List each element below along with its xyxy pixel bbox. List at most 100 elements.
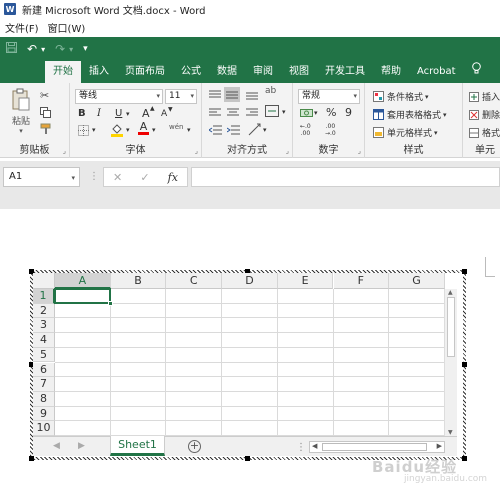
tab-developer[interactable]: 开发工具 (317, 61, 373, 83)
tab-home[interactable]: 开始 (45, 61, 81, 83)
bold-button[interactable]: B (78, 108, 86, 119)
vertical-scroll-thumb[interactable] (447, 297, 455, 357)
column-header-g[interactable]: G (389, 273, 445, 289)
phonetic-button[interactable]: wén (169, 123, 183, 131)
menu-window[interactable]: 窗口(W) (48, 20, 86, 35)
enter-formula-icon[interactable]: ✓ (140, 171, 149, 184)
row-header-8[interactable]: 8 (33, 391, 55, 407)
merge-dropdown-icon[interactable]: ▾ (282, 108, 286, 116)
row-header-9[interactable]: 9 (33, 406, 55, 422)
vertical-scrollbar[interactable]: ▲ ▼ (444, 289, 457, 436)
percent-button[interactable]: % (326, 106, 336, 119)
align-center-icon[interactable] (227, 108, 239, 118)
number-format-select[interactable]: 常规 ▾ (298, 89, 360, 104)
comma-style-button[interactable]: 9 (345, 106, 352, 119)
active-cell[interactable] (54, 288, 111, 304)
delete-cells-button[interactable]: 删除 (469, 108, 500, 121)
align-left-icon[interactable] (209, 108, 221, 118)
font-name-select[interactable]: 等线 ▾ (75, 89, 163, 104)
copy-icon[interactable] (40, 107, 51, 118)
redo-icon[interactable]: ↷ (55, 42, 65, 56)
splitter-handle-icon[interactable]: ⋮ (89, 171, 99, 182)
font-color-dropdown-icon[interactable]: ▾ (152, 126, 156, 134)
row-header-4[interactable]: 4 (33, 333, 55, 348)
border-icon[interactable] (78, 125, 89, 136)
undo-icon[interactable]: ↶ (27, 42, 37, 56)
orientation-dropdown-icon[interactable]: ▾ (263, 126, 267, 134)
cancel-formula-icon[interactable]: ✕ (113, 171, 122, 184)
underline-dropdown-icon[interactable]: ▾ (126, 110, 130, 118)
font-size-select[interactable]: 11 ▾ (165, 89, 197, 104)
select-all-corner[interactable] (33, 273, 55, 289)
sheet-nav-prev-icon[interactable]: ◀ (53, 441, 60, 451)
orientation-icon[interactable] (248, 123, 261, 136)
scroll-right-icon[interactable]: ▶ (437, 442, 442, 450)
tab-review[interactable]: 审阅 (245, 61, 281, 83)
scroll-up-icon[interactable]: ▲ (448, 289, 453, 296)
column-header-d[interactable]: D (222, 273, 278, 289)
insert-cells-button[interactable]: 插入 (469, 90, 500, 103)
column-header-c[interactable]: C (166, 273, 223, 289)
row-header-2[interactable]: 2 (33, 303, 55, 319)
clipboard-launcher-icon[interactable]: ⌟ (63, 147, 66, 155)
merge-center-icon[interactable] (265, 105, 279, 117)
tab-help[interactable]: 帮助 (373, 61, 409, 83)
insert-function-icon[interactable]: fx (168, 171, 178, 184)
redo-dropdown-icon[interactable]: ▾ (69, 45, 73, 54)
row-header-3[interactable]: 3 (33, 318, 55, 334)
paste-dropdown-icon[interactable]: ▾ (19, 127, 23, 135)
cut-icon[interactable]: ✂ (40, 89, 49, 102)
phonetic-dropdown-icon[interactable]: ▾ (187, 126, 191, 134)
increase-indent-icon[interactable] (227, 125, 240, 135)
number-launcher-icon[interactable]: ⌟ (358, 147, 361, 155)
tab-acrobat[interactable]: Acrobat (409, 61, 464, 83)
resize-handle-tr[interactable] (462, 269, 467, 274)
row-header-10[interactable]: 10 (33, 421, 55, 436)
tab-page-layout[interactable]: 页面布局 (117, 61, 173, 83)
row-header-5[interactable]: 5 (33, 347, 55, 363)
sheet-tab-sheet1[interactable]: Sheet1 (110, 436, 165, 456)
name-box[interactable]: A1 ▾ (3, 167, 80, 187)
align-right-icon[interactable] (246, 108, 258, 118)
resize-handle-br[interactable] (462, 456, 467, 461)
border-dropdown-icon[interactable]: ▾ (92, 126, 96, 134)
tab-splitter-icon[interactable]: ⋮ (296, 442, 306, 453)
scroll-down-icon[interactable]: ▼ (448, 429, 453, 436)
increase-decimal-button[interactable]: ←.0.00 (300, 123, 311, 137)
resize-handle-right[interactable] (462, 362, 467, 367)
resize-handle-bottom[interactable] (245, 456, 250, 461)
align-middle-icon[interactable] (224, 87, 240, 102)
grow-font-button[interactable]: A (142, 107, 150, 120)
horizontal-scrollbar[interactable]: ◀ ▶ (309, 441, 445, 453)
lightbulb-icon[interactable] (464, 61, 482, 83)
sheet-nav-next-icon[interactable]: ▶ (78, 441, 85, 451)
align-bottom-icon[interactable] (246, 90, 258, 100)
align-top-icon[interactable] (209, 90, 221, 100)
customize-qat-icon[interactable]: ▾ (83, 44, 88, 54)
add-sheet-icon[interactable]: + (188, 440, 201, 453)
tab-view[interactable]: 视图 (281, 61, 317, 83)
horizontal-scroll-thumb[interactable] (322, 443, 427, 451)
column-header-e[interactable]: E (277, 273, 334, 289)
resize-handle-bl[interactable] (29, 456, 34, 461)
cell-styles-button[interactable]: 单元格样式 ▾ (373, 126, 438, 139)
menu-file[interactable]: 文件(F) (5, 20, 39, 35)
paste-button[interactable]: 粘贴 ▾ (9, 88, 33, 135)
column-header-b[interactable]: B (110, 273, 167, 289)
underline-button[interactable]: U (115, 108, 122, 119)
format-painter-icon[interactable] (40, 123, 52, 135)
font-launcher-icon[interactable]: ⌟ (195, 147, 198, 155)
decrease-indent-icon[interactable] (209, 125, 222, 135)
spreadsheet-grid[interactable]: A B C D E F G 1 2 3 4 5 6 7 8 9 10 (33, 273, 457, 436)
wrap-text-icon[interactable]: ab (265, 86, 276, 96)
conditional-format-button[interactable]: 条件格式 ▾ (373, 90, 429, 103)
alignment-launcher-icon[interactable]: ⌟ (286, 147, 289, 155)
italic-button[interactable]: I (97, 108, 101, 119)
column-header-f[interactable]: F (333, 273, 390, 289)
currency-icon[interactable] (300, 107, 313, 119)
row-header-7[interactable]: 7 (33, 377, 55, 392)
row-header-6[interactable]: 6 (33, 362, 55, 378)
tab-insert[interactable]: 插入 (81, 61, 117, 83)
fill-color-dropdown-icon[interactable]: ▾ (126, 126, 130, 134)
tab-formulas[interactable]: 公式 (173, 61, 209, 83)
